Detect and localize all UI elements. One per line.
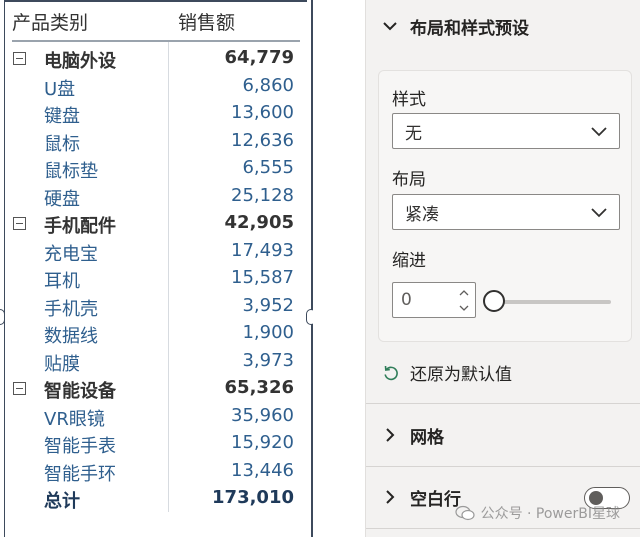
undo-icon <box>384 365 398 380</box>
style-label: 样式 <box>392 90 426 110</box>
section-title: 网格 <box>410 427 444 448</box>
column-header-category[interactable]: 产品类别 <box>12 8 88 34</box>
row-value: 17,493 <box>231 239 294 261</box>
watermark-text: 公众号 · PowerBI星球 <box>480 506 620 522</box>
layout-style-card: 样式 无 布局 紧凑 缩进 0 <box>378 70 632 342</box>
row-label: 鼠标 <box>44 133 80 155</box>
row-value: 15,587 <box>231 267 294 288</box>
row-value: 42,905 <box>224 212 294 233</box>
header-divider <box>12 40 300 42</box>
row-label: 智能设备 <box>44 381 116 402</box>
wechat-icon <box>454 505 475 521</box>
row-value: 15,920 <box>231 432 294 453</box>
row-label: VR眼镜 <box>44 408 105 430</box>
table-row[interactable]: 鼠标 12,636 <box>0 129 310 157</box>
canvas-background <box>313 0 365 537</box>
table-row[interactable]: 贴膜 3,973 <box>0 349 310 377</box>
row-value: 3,973 <box>242 349 294 371</box>
row-label: 总计 <box>44 491 80 512</box>
row-label: 耳机 <box>44 271 80 292</box>
row-value: 12,636 <box>231 129 294 151</box>
row-label: 手机配件 <box>44 216 116 237</box>
divider <box>366 466 640 467</box>
visual-border-top <box>4 0 307 3</box>
layout-dropdown[interactable]: 紧凑 <box>392 194 620 230</box>
row-label: 贴膜 <box>44 353 80 375</box>
chevron-down-icon <box>383 22 397 31</box>
chevron-right-icon <box>386 428 395 442</box>
layout-dropdown-value: 紧凑 <box>405 204 439 225</box>
table-row[interactable]: 鼠标垫 6,555 <box>0 156 310 184</box>
chevron-down-icon[interactable] <box>457 302 471 314</box>
row-value: 25,128 <box>231 184 294 206</box>
row-value: 3,952 <box>242 294 294 316</box>
indent-stepper[interactable]: 0 <box>392 282 476 318</box>
indent-value: 0 <box>401 290 412 310</box>
collapse-icon[interactable] <box>13 52 26 65</box>
row-label: 鼠标垫 <box>44 161 98 182</box>
row-label: 硬盘 <box>44 188 80 210</box>
divider <box>366 403 640 404</box>
row-label: U盘 <box>44 78 76 100</box>
table-row[interactable]: 数据线 1,900 <box>0 321 310 349</box>
row-value: 65,326 <box>224 377 294 398</box>
table-row[interactable]: U盘 6,860 <box>0 74 310 102</box>
section-title: 布局和样式预设 <box>410 18 529 39</box>
row-value: 6,555 <box>242 157 294 178</box>
style-dropdown[interactable]: 无 <box>392 113 620 149</box>
chevron-right-icon <box>386 490 395 504</box>
reset-to-default-button[interactable]: 还原为默认值 <box>382 360 512 385</box>
row-label: 智能手表 <box>44 436 116 457</box>
row-value: 1,900 <box>242 322 294 343</box>
reset-label: 还原为默认值 <box>410 365 512 385</box>
column-header-sales[interactable]: 销售额 <box>178 8 235 34</box>
row-label: 数据线 <box>44 326 98 347</box>
row-value: 6,860 <box>242 74 294 96</box>
collapse-icon[interactable] <box>13 382 26 395</box>
table-row[interactable]: 耳机 15,587 <box>0 266 310 294</box>
category-row[interactable]: 手机配件 42,905 <box>0 211 310 239</box>
collapse-icon[interactable] <box>13 217 26 230</box>
section-grid[interactable]: 网格 <box>366 415 640 455</box>
row-value: 173,010 <box>212 487 294 508</box>
category-row[interactable]: 电脑外设 64,779 <box>0 46 310 74</box>
row-label: 手机壳 <box>44 298 98 320</box>
total-row[interactable]: 总计 173,010 <box>0 486 310 514</box>
section-title: 空白行 <box>410 489 461 510</box>
indent-slider-track[interactable] <box>495 300 611 304</box>
table-row[interactable]: 硬盘 25,128 <box>0 184 310 212</box>
category-row[interactable]: 智能设备 65,326 <box>0 376 310 404</box>
row-value: 35,960 <box>231 404 294 426</box>
layout-label: 布局 <box>392 170 426 190</box>
chevron-down-icon <box>591 208 607 218</box>
indent-slider-thumb[interactable] <box>483 290 505 312</box>
chevron-up-icon[interactable] <box>457 287 471 299</box>
table-row[interactable]: VR眼镜 35,960 <box>0 404 310 432</box>
watermark: 公众号 · PowerBI星球 <box>454 503 620 523</box>
table-row[interactable]: 键盘 13,600 <box>0 101 310 129</box>
matrix-rows: 电脑外设 64,779 U盘 6,860 键盘 13,600 鼠标 12,636 鼠标垫 6,55… <box>0 46 310 514</box>
row-value: 64,779 <box>224 47 294 68</box>
row-value: 13,446 <box>231 459 294 481</box>
indent-label: 缩进 <box>392 251 426 271</box>
row-value: 13,600 <box>231 102 294 123</box>
row-label: 键盘 <box>44 106 80 127</box>
section-layout-style-presets[interactable]: 布局和样式预设 <box>366 6 640 46</box>
format-pane: 布局和样式预设 样式 无 布局 紧凑 缩进 0 还原为默认值 网格 空白行 <box>365 0 640 537</box>
table-row[interactable]: 手机壳 3,952 <box>0 294 310 322</box>
table-row[interactable]: 智能手表 15,920 <box>0 431 310 459</box>
table-row[interactable]: 智能手环 13,446 <box>0 459 310 487</box>
row-label: 电脑外设 <box>44 51 116 72</box>
divider <box>366 528 640 529</box>
table-row[interactable]: 充电宝 17,493 <box>0 239 310 267</box>
matrix-visual[interactable]: 产品类别 销售额 电脑外设 64,779 U盘 6,860 键盘 13,600 鼠标 12,6… <box>0 0 316 537</box>
row-label: 智能手环 <box>44 463 116 485</box>
style-dropdown-value: 无 <box>405 123 422 144</box>
chevron-down-icon <box>591 127 607 137</box>
row-label: 充电宝 <box>44 243 98 265</box>
